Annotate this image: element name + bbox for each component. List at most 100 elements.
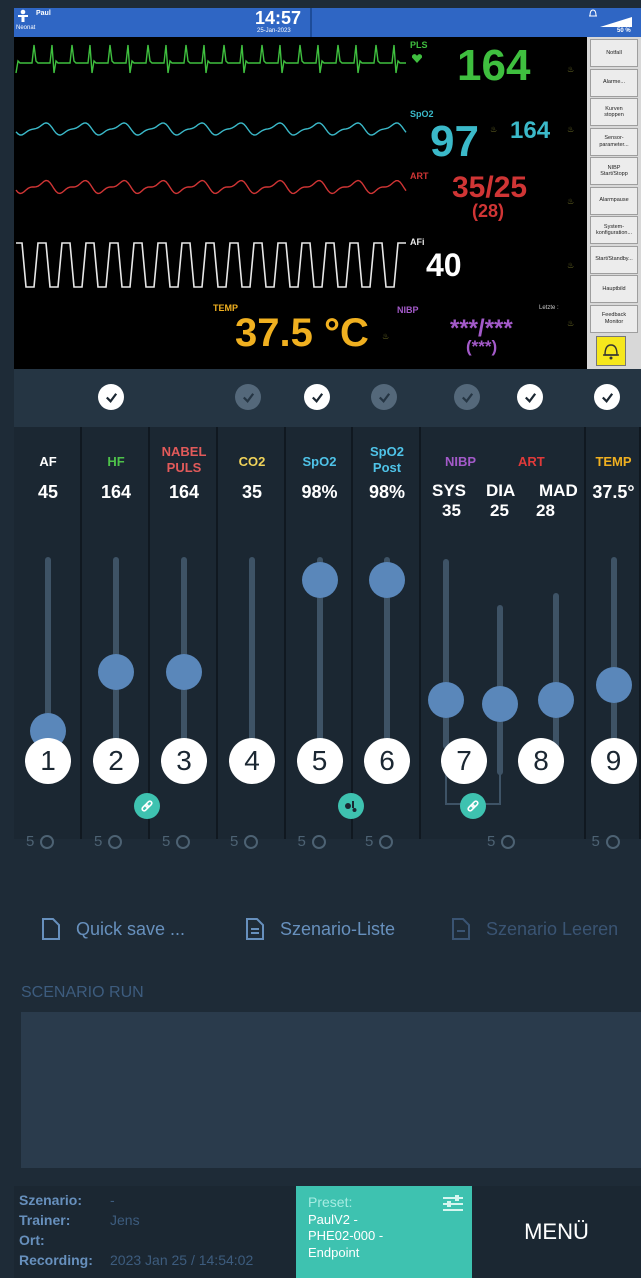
vital-slider-knob[interactable] — [98, 653, 134, 690]
vital-label: CO2 — [238, 454, 266, 469]
signal-icon — [600, 17, 632, 27]
temp-value: 37.5 °C — [235, 311, 369, 355]
battery-level: 50 % — [617, 28, 631, 34]
vital-column: AF 45 1 5 — [14, 427, 82, 850]
sensor-parameters-button[interactable]: Sensor- parameter... — [590, 127, 638, 156]
spo2-value: 97 — [430, 117, 479, 166]
mad-label: MAD — [539, 481, 578, 500]
alarm-bell-button[interactable] — [596, 336, 626, 366]
ort-label: Ort: — [19, 1232, 45, 1248]
vital-timer[interactable]: 5 — [592, 833, 620, 850]
vital-timer[interactable]: 5 — [230, 833, 259, 850]
mad-slider-track[interactable] — [553, 593, 559, 751]
spo2-pulse-value: 164 — [510, 117, 551, 144]
timer-value: 5 — [94, 833, 103, 850]
vital-value: 35 — [241, 482, 263, 502]
menu-button[interactable]: MENÜ — [472, 1186, 641, 1278]
vital-timer[interactable]: 5 — [162, 833, 191, 850]
document-list-icon — [246, 918, 264, 940]
check-hf[interactable] — [98, 384, 124, 410]
patient-name: Paul — [36, 10, 51, 17]
timer-icon — [379, 834, 394, 849]
vital-label: AF — [39, 454, 57, 469]
vital-timer[interactable]: 5 — [298, 833, 326, 850]
recording-label: Recording: — [19, 1252, 93, 1268]
vital-value: 37.5° — [592, 482, 635, 502]
document-icon — [42, 918, 60, 940]
nibp-column-label: NIBP — [445, 454, 477, 469]
recording-value: 2023 Jan 25 / 14:54:02 — [110, 1252, 254, 1268]
dia-slider-knob[interactable] — [482, 686, 518, 722]
check-nibp[interactable] — [454, 384, 480, 410]
check-temp[interactable] — [594, 384, 620, 410]
sys-slider-track[interactable] — [443, 559, 449, 749]
vital-column: SpO2 Post 98% 6 5 — [353, 427, 421, 850]
clock-date: 25-Jan-2023 — [257, 28, 291, 34]
document-minus-icon — [452, 918, 470, 940]
vital-timer[interactable]: 5 — [94, 833, 123, 850]
art-mean-value: (28) — [472, 201, 505, 221]
split-icon[interactable] — [338, 793, 364, 819]
scenario-run-box — [21, 1012, 641, 1168]
art-waveform — [15, 179, 407, 195]
vital-slider-knob[interactable] — [301, 561, 338, 598]
slider-number: 5 — [296, 738, 343, 784]
slider-number: 3 — [161, 738, 207, 784]
main-screen-button[interactable]: Hauptbild — [590, 275, 638, 303]
check-co2[interactable] — [235, 384, 261, 410]
vital-value: 45 — [37, 482, 59, 502]
alarms-button[interactable]: Alarme... — [590, 68, 638, 97]
link-icon[interactable] — [134, 793, 160, 819]
vital-slider-track[interactable] — [249, 557, 255, 767]
vital-slider-track[interactable] — [610, 557, 617, 767]
monitor-side-panel: Notfall Alarme... Kurven stoppen Sensor-… — [587, 37, 641, 369]
dia-value: 25 — [490, 501, 509, 520]
vital-timer[interactable]: 5 — [26, 833, 55, 850]
quick-save-button[interactable]: Quick save ... — [40, 917, 185, 941]
timer-value: 5 — [297, 833, 306, 850]
emergency-button[interactable]: Notfall — [590, 39, 638, 67]
heart-icon — [412, 54, 422, 63]
check-spo2-post[interactable] — [371, 384, 397, 410]
feedback-monitor-button[interactable]: Feedback Monitor — [590, 304, 638, 333]
szenario-label: Szenario: — [19, 1192, 83, 1208]
vital-slider-knob[interactable] — [369, 561, 405, 598]
nibp-last-label: Letzte : — [539, 305, 559, 311]
spo2-pulse-alarm-icon: ♨ — [567, 125, 575, 134]
timer-icon — [311, 834, 326, 849]
vital-slider-knob[interactable] — [595, 667, 632, 704]
scenario-clear-button[interactable]: Szenario Leeren — [450, 917, 618, 941]
vital-column: CO2 35 4 5 — [218, 427, 286, 850]
vital-value: 98% — [301, 482, 338, 502]
freeze-curves-button[interactable]: Kurven stoppen — [590, 98, 638, 126]
mad-slider-knob[interactable] — [538, 682, 574, 718]
check-spo2[interactable] — [304, 384, 330, 410]
slider-number-8: 8 — [518, 738, 564, 784]
nibp-start-stop-button[interactable]: NIBP Start/Stopp — [590, 157, 638, 185]
start-standby-button[interactable]: Start/Standby... — [590, 245, 638, 274]
timer-icon — [605, 834, 620, 849]
vital-timer[interactable]: 5 — [365, 833, 394, 850]
preset-label: Preset: — [308, 1194, 353, 1210]
dia-label: DIA — [486, 481, 516, 500]
system-config-button[interactable]: System- konfiguration... — [590, 216, 638, 244]
vital-value: 98% — [368, 482, 406, 502]
vital-column: HF 164 2 5 — [82, 427, 150, 850]
afi-alarm-icon: ♨ — [567, 261, 575, 270]
afi-label: AFi — [410, 237, 425, 247]
check-art[interactable] — [517, 384, 543, 410]
preset-button[interactable]: Preset: PaulV2 - PHE02-000 - Endpoint — [296, 1186, 472, 1278]
nibp-timer[interactable]: 5 — [487, 833, 516, 850]
link-icon[interactable] — [460, 793, 486, 819]
sys-slider-knob[interactable] — [428, 682, 464, 718]
vital-column: TEMP 37.5° 9 5 — [586, 427, 641, 850]
vital-slider-knob[interactable] — [166, 653, 202, 690]
scenario-list-button[interactable]: Szenario-Liste — [244, 917, 395, 941]
alarm-pause-button[interactable]: Alarmpause — [590, 186, 638, 215]
quick-save-label: Quick save ... — [76, 918, 186, 939]
scenario-run-title: SCENARIO RUN — [21, 984, 144, 1001]
status-divider — [310, 8, 312, 37]
hr-value: 164 — [457, 41, 531, 90]
vital-enable-row — [14, 369, 641, 427]
mad-value: 28 — [536, 501, 555, 520]
